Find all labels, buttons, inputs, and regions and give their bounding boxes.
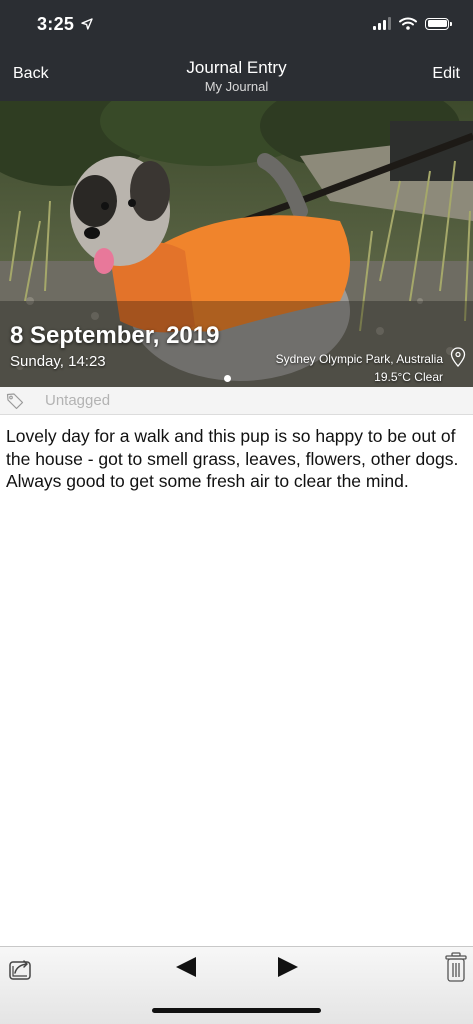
edit-button[interactable]: Edit [432, 65, 460, 83]
share-icon[interactable] [8, 955, 34, 981]
tag-icon [6, 393, 24, 410]
tag-row[interactable]: Untagged [0, 387, 473, 415]
next-icon[interactable] [277, 956, 299, 978]
home-indicator[interactable] [152, 1008, 321, 1013]
journal-name: My Journal [204, 79, 269, 94]
entry-location: Sydney Olympic Park, Australia [275, 352, 443, 366]
entry-day-time: Sunday, 14:23 [10, 353, 106, 370]
battery-icon [425, 17, 452, 30]
journal-entry-screen: 3:25 Back Journal Entry My Journal Edit [0, 0, 473, 1024]
status-time: 3:25 [37, 14, 75, 34]
status-indicators [373, 17, 452, 30]
wifi-icon [399, 17, 417, 30]
location-arrow-icon [81, 18, 93, 30]
previous-icon[interactable] [175, 956, 197, 978]
entry-body-text[interactable]: Lovely day for a walk and this pup is so… [6, 425, 466, 493]
tag-label: Untagged [45, 392, 111, 409]
entry-weather: 19.5°C Clear [374, 370, 443, 384]
location-pin-icon[interactable] [450, 347, 466, 367]
cellular-signal-icon [373, 17, 391, 30]
photo-page-indicator [224, 375, 231, 382]
top-bar: 3:25 Back Journal Entry My Journal Edit [0, 0, 473, 101]
entry-date: 8 September, 2019 [10, 322, 220, 349]
page-title: Journal Entry [186, 58, 287, 77]
trash-icon[interactable] [445, 952, 467, 982]
